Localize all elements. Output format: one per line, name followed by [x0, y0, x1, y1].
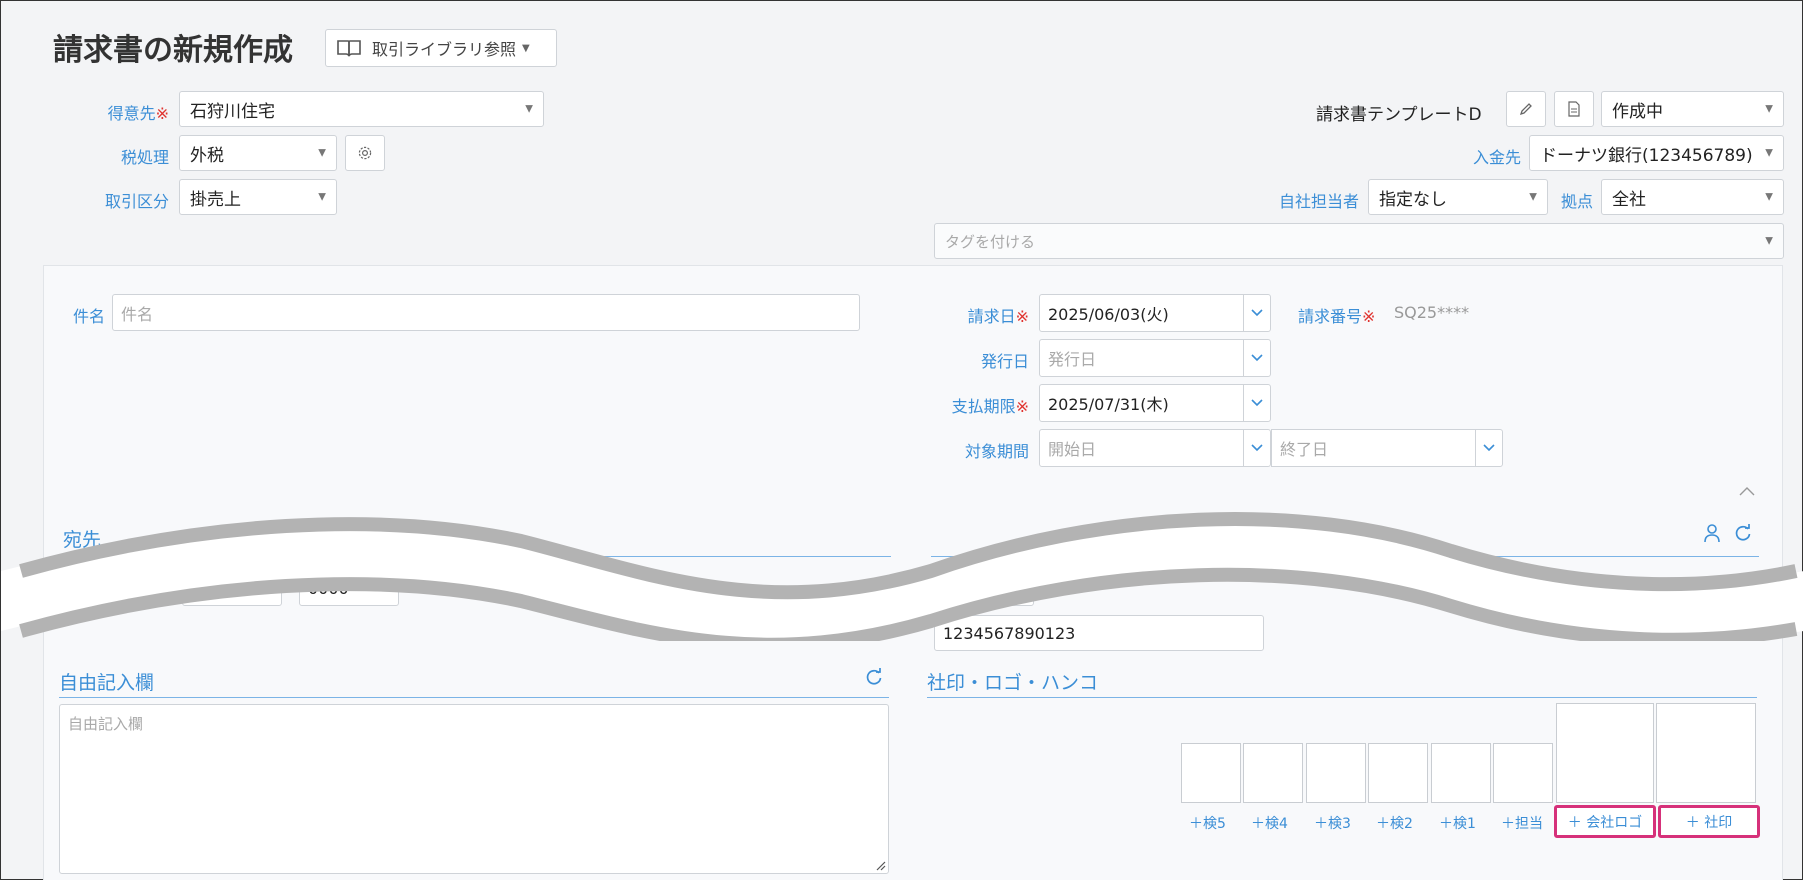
add-company-seal-button[interactable]: ＋ 社印	[1658, 805, 1760, 838]
chevron-down-icon	[1251, 309, 1263, 317]
base-label: 拠点	[1560, 192, 1593, 211]
subject-label: 件名	[72, 307, 105, 326]
caret-down-icon: ▼	[318, 191, 326, 203]
company-logo-box	[1556, 703, 1654, 803]
subject-placeholder: 件名	[121, 304, 154, 324]
caret-down-icon: ▼	[1765, 103, 1773, 115]
edit-template-button[interactable]	[1506, 91, 1546, 127]
payee-select[interactable]: ドーナツ銀行(123456789) ▼	[1529, 135, 1784, 171]
issue-date-label: 発行日	[980, 352, 1029, 371]
staff-value: 指定なし	[1379, 189, 1447, 210]
period-end-dropdown[interactable]	[1475, 429, 1503, 467]
tag-placeholder: タグを付ける	[945, 232, 1036, 251]
stamp-box-1	[1431, 743, 1491, 803]
caret-down-icon: ▼	[525, 103, 533, 115]
due-date-dropdown[interactable]	[1243, 384, 1271, 422]
status-value: 作成中	[1612, 101, 1663, 122]
add-staff-stamp-button[interactable]: ＋担当	[1501, 813, 1543, 833]
base-select[interactable]: 全社 ▼	[1601, 179, 1784, 215]
chevron-down-icon	[1251, 444, 1263, 452]
stamp-box-5	[1181, 743, 1241, 803]
tax-value: 外税	[190, 145, 224, 166]
window-frame: 請求書の新規作成 取引ライブラリ参照 ▼ 得意先※ 石狩川住宅 ▼ 請求書テンプ…	[0, 0, 1803, 880]
add-company-logo-button[interactable]: ＋ 会社ロゴ	[1554, 805, 1656, 838]
customer-value: 石狩川住宅	[190, 101, 275, 122]
template-name: 請求書テンプレートD	[1316, 105, 1482, 125]
add-inspector-5-button[interactable]: ＋検5	[1189, 813, 1226, 833]
period-label: 対象期間	[964, 442, 1029, 461]
book-icon	[337, 40, 361, 57]
resize-handle-icon[interactable]	[874, 859, 886, 871]
caret-down-icon: ▼	[1765, 235, 1773, 247]
subject-input[interactable]: 件名	[112, 294, 860, 331]
invoice-number-label: 請求番号※	[1298, 307, 1376, 326]
due-date-input[interactable]: 2025/07/31(木)	[1039, 384, 1244, 422]
page-title: 請求書の新規作成	[53, 33, 293, 68]
period-end-input[interactable]: 終了日	[1271, 429, 1476, 467]
free-text-area[interactable]: 自由記入欄	[59, 704, 889, 874]
add-inspector-2-button[interactable]: ＋検2	[1376, 813, 1413, 833]
period-start-dropdown[interactable]	[1243, 429, 1271, 467]
customer-select[interactable]: 石狩川住宅 ▼	[179, 91, 544, 127]
payee-value: ドーナツ銀行(123456789)	[1540, 145, 1753, 166]
add-inspector-1-button[interactable]: ＋検1	[1439, 813, 1476, 833]
payee-label: 入金先	[1472, 148, 1521, 167]
wave-cut-decoration	[1, 512, 1803, 641]
library-button[interactable]: 取引ライブラリ参照 ▼	[325, 29, 557, 67]
library-button-label: 取引ライブラリ参照	[372, 40, 517, 59]
stamps-section-line	[927, 697, 1757, 698]
gear-icon	[358, 146, 372, 160]
due-date-value: 2025/07/31(木)	[1048, 395, 1169, 414]
chevron-down-icon	[1251, 399, 1263, 407]
caret-down-icon: ▼	[1765, 147, 1773, 159]
issue-date-input[interactable]: 発行日	[1039, 339, 1244, 377]
status-select[interactable]: 作成中 ▼	[1601, 91, 1784, 127]
tax-label: 税処理	[120, 148, 169, 167]
invoice-number-value: SQ25****	[1394, 303, 1470, 322]
free-text-placeholder: 自由記入欄	[68, 715, 144, 733]
caret-down-icon: ▼	[318, 147, 326, 159]
staff-label: 自社担当者	[1278, 192, 1359, 211]
add-inspector-4-button[interactable]: ＋検4	[1251, 813, 1288, 833]
trade-select[interactable]: 掛売上 ▼	[179, 179, 337, 215]
preview-template-button[interactable]	[1554, 91, 1594, 127]
tax-select[interactable]: 外税 ▼	[179, 135, 337, 171]
document-icon	[1568, 101, 1580, 117]
staff-select[interactable]: 指定なし ▼	[1368, 179, 1548, 215]
due-date-label: 支払期限※	[951, 397, 1029, 416]
stamp-box-staff	[1493, 743, 1553, 803]
period-start-placeholder: 開始日	[1048, 440, 1097, 459]
tag-input[interactable]: タグを付ける ▼	[934, 223, 1784, 259]
period-start-input[interactable]: 開始日	[1039, 429, 1244, 467]
invoice-date-input[interactable]: 2025/06/03(火)	[1039, 294, 1244, 332]
period-end-placeholder: 終了日	[1280, 440, 1329, 459]
invoice-date-dropdown[interactable]	[1243, 294, 1271, 332]
trade-value: 掛売上	[190, 189, 241, 210]
tax-settings-button[interactable]	[345, 135, 385, 171]
company-seal-box	[1656, 703, 1756, 803]
stamp-box-3	[1306, 743, 1366, 803]
caret-down-icon: ▼	[1529, 191, 1537, 203]
refresh-icon[interactable]	[864, 667, 884, 687]
issue-date-placeholder: 発行日	[1048, 350, 1097, 369]
issue-date-dropdown[interactable]	[1243, 339, 1271, 377]
base-value: 全社	[1612, 189, 1646, 210]
trade-label: 取引区分	[104, 192, 169, 211]
free-text-line	[59, 697, 889, 698]
chevron-down-icon	[1483, 444, 1495, 452]
pencil-icon	[1519, 103, 1532, 116]
stamp-box-4	[1243, 743, 1303, 803]
caret-down-icon: ▼	[522, 42, 530, 54]
free-text-title: 自由記入欄	[59, 672, 155, 694]
add-inspector-3-button[interactable]: ＋検3	[1314, 813, 1351, 833]
stamp-box-2	[1368, 743, 1428, 803]
invoice-date-value: 2025/06/03(火)	[1048, 305, 1169, 324]
customer-label: 得意先※	[107, 104, 169, 123]
stamps-section-title: 社印・ロゴ・ハンコ	[927, 672, 1099, 694]
caret-down-icon: ▼	[1765, 191, 1773, 203]
invoice-date-label: 請求日※	[967, 307, 1029, 326]
chevron-down-icon	[1251, 354, 1263, 362]
